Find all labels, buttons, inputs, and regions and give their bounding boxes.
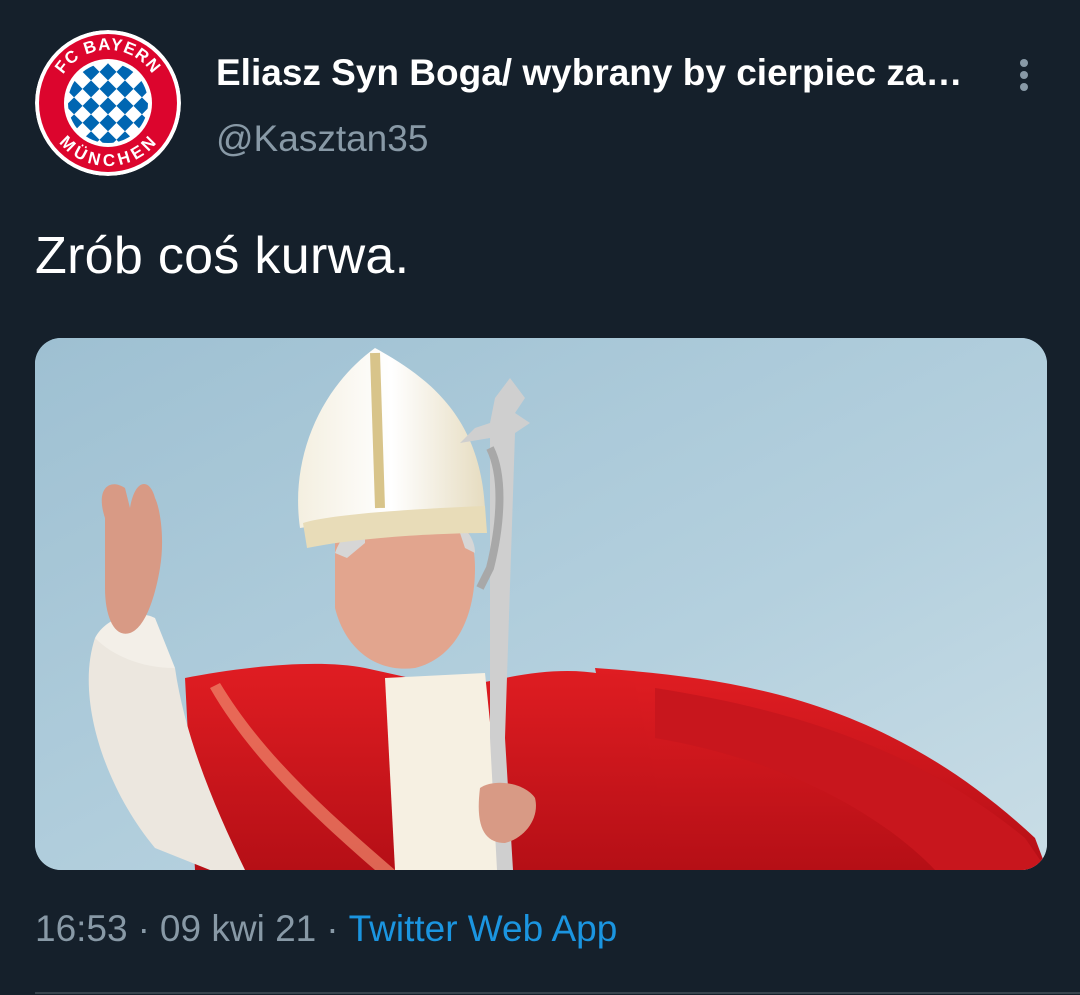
user-handle[interactable]: @Kasztan35: [216, 118, 428, 160]
display-name[interactable]: Eliasz Syn Boga/ wybrany by cierpiec za…: [216, 52, 986, 94]
tweet-photo[interactable]: [35, 338, 1047, 870]
tweet-text: Zrób coś kurwa.: [35, 227, 410, 285]
tweet-meta: 16:53 · 09 kwi 21 · Twitter Web App: [35, 908, 617, 950]
tweet-time[interactable]: 16:53: [35, 908, 128, 949]
fc-bayern-logo-icon: FC BAYERN MÜNCHEN: [35, 30, 181, 176]
more-options-button[interactable]: [1004, 50, 1044, 100]
tweet-source-link[interactable]: Twitter Web App: [349, 908, 618, 949]
meta-separator: ·: [326, 908, 339, 949]
more-vertical-icon: [1020, 59, 1028, 91]
pope-photo-icon: [35, 338, 1047, 870]
meta-separator: ·: [137, 908, 150, 949]
avatar[interactable]: FC BAYERN MÜNCHEN: [35, 30, 181, 176]
tweet-date[interactable]: 09 kwi 21: [160, 908, 316, 949]
divider: [35, 992, 1080, 994]
tweet-detail: FC BAYERN MÜNCHEN Eliasz Syn Boga/ wybra…: [0, 0, 1080, 995]
